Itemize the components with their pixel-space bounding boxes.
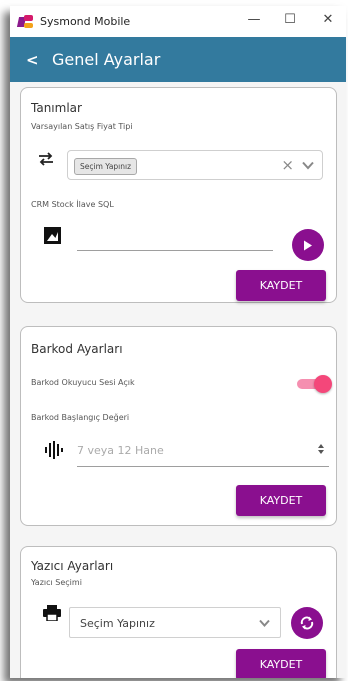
chevron-down-icon[interactable] bbox=[302, 161, 314, 170]
barkod-title: Barkod Ayarları bbox=[31, 342, 123, 356]
fiyat-tipi-select[interactable]: Seçim Yapınız × bbox=[67, 150, 323, 180]
sysmond-logo-icon bbox=[16, 14, 34, 29]
page-title: Genel Ayarlar bbox=[52, 50, 161, 69]
yazici-save-button[interactable]: KAYDET bbox=[236, 649, 326, 678]
clear-selection-icon[interactable]: × bbox=[281, 156, 294, 174]
barkod-baslangic-underline bbox=[77, 466, 329, 467]
yazici-card: Yazıcı Ayarları Yazıcı Seçimi Seçim Yapı… bbox=[20, 546, 337, 678]
app-window: Sysmond Mobile — ☐ ✕ < Genel Ayarlar Tan… bbox=[10, 6, 346, 678]
image-icon bbox=[44, 227, 61, 244]
refresh-icon bbox=[300, 616, 314, 630]
barcode-sound-icon bbox=[45, 441, 63, 459]
window-title: Sysmond Mobile bbox=[40, 15, 131, 28]
yazici-select[interactable]: Seçim Yapınız bbox=[69, 607, 281, 638]
crm-sql-underline bbox=[77, 250, 273, 251]
yazici-select-value: Seçim Yapınız bbox=[80, 617, 155, 630]
swap-arrows-icon bbox=[39, 152, 53, 166]
crm-sql-label: CRM Stock İlave SQL bbox=[31, 200, 114, 209]
barkod-save-button[interactable]: KAYDET bbox=[236, 485, 326, 516]
refresh-printers-button[interactable] bbox=[291, 607, 323, 639]
chevron-down-icon bbox=[259, 619, 270, 627]
app-bar: < Genel Ayarlar bbox=[10, 37, 346, 82]
barkod-ses-label: Barkod Okuyucu Sesi Açık bbox=[31, 378, 135, 387]
barkod-card: Barkod Ayarları Barkod Okuyucu Sesi Açık… bbox=[20, 326, 337, 526]
printer-icon bbox=[43, 605, 61, 621]
yazici-title: Yazıcı Ayarları bbox=[31, 559, 114, 573]
play-icon bbox=[304, 240, 312, 250]
barkod-baslangic-label: Barkod Başlangıç Değeri bbox=[31, 413, 130, 422]
run-sql-button[interactable] bbox=[292, 229, 324, 261]
close-button[interactable]: ✕ bbox=[320, 12, 336, 27]
barkod-baslangic-input[interactable]: 7 veya 12 Hane bbox=[77, 444, 164, 457]
tanimlar-save-button[interactable]: KAYDET bbox=[236, 270, 326, 301]
barkod-ses-toggle[interactable] bbox=[297, 375, 332, 393]
minimize-button[interactable]: — bbox=[246, 12, 262, 27]
window-titlebar: Sysmond Mobile — ☐ ✕ bbox=[10, 6, 346, 37]
crm-sql-input[interactable] bbox=[77, 228, 273, 248]
yazici-secim-label: Yazıcı Seçimi bbox=[31, 578, 82, 587]
back-button[interactable]: < bbox=[26, 51, 40, 69]
maximize-button[interactable]: ☐ bbox=[282, 12, 298, 27]
tanimlar-title: Tanımlar bbox=[31, 101, 82, 115]
tanimlar-card: Tanımlar Varsayılan Satış Fiyat Tipi Seç… bbox=[20, 87, 337, 303]
spinner-arrows-icon[interactable] bbox=[317, 443, 325, 455]
fiyat-tipi-chip: Seçim Yapınız bbox=[74, 158, 138, 175]
fiyat-tipi-label: Varsayılan Satış Fiyat Tipi bbox=[31, 122, 133, 131]
